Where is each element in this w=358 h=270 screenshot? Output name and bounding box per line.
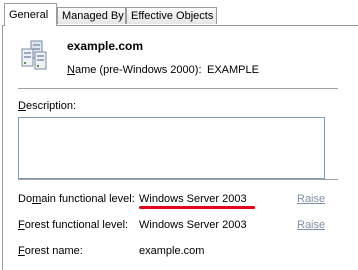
tab-general[interactable]: General (4, 3, 57, 26)
forest-name-label: Forest name: (18, 245, 83, 257)
separator (18, 179, 338, 181)
raise-domain-level-button[interactable]: Raise (297, 193, 325, 205)
tab-managed-by[interactable]: Managed By (57, 7, 126, 24)
description-label: Description: (18, 100, 77, 112)
forest-name-value: example.com (139, 245, 205, 257)
raise-forest-level-button[interactable]: Raise (297, 219, 325, 231)
highlight-underline (139, 206, 255, 209)
netbios-label: Name (pre-Windows 2000): (67, 64, 202, 76)
forest-functional-level-value: Windows Server 2003 (139, 219, 247, 231)
description-textbox[interactable] (18, 117, 325, 179)
tab-strip: General Managed By Effective Objects (0, 0, 358, 26)
domain-icon (18, 40, 50, 72)
tab-effective-objects[interactable]: Effective Objects (126, 7, 217, 24)
domain-name: example.com (67, 39, 144, 53)
separator (18, 88, 338, 90)
domain-functional-level-value: Windows Server 2003 (139, 193, 247, 205)
forest-functional-level-label: Forest functional level: (18, 219, 129, 231)
domain-functional-level-label: Domain functional level: (18, 193, 135, 205)
netbios-value: EXAMPLE (207, 64, 259, 76)
